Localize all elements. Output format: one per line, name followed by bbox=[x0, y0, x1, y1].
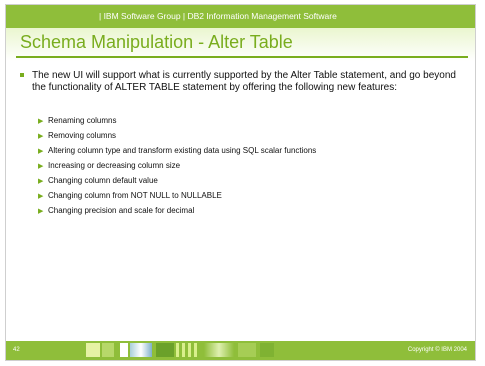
list-item: ▶ Renaming columns bbox=[38, 116, 458, 131]
page-number: 42 bbox=[13, 347, 20, 353]
triangle-bullet-icon: ▶ bbox=[38, 193, 44, 200]
list-item: ▶ Changing precision and scale for decima… bbox=[38, 206, 458, 221]
list-item-label: Removing columns bbox=[48, 131, 117, 140]
list-item-label: Renaming columns bbox=[48, 116, 117, 125]
list-item-label: Increasing or decreasing column size bbox=[48, 161, 181, 170]
slide-title: Schema Manipulation - Alter Table bbox=[20, 32, 293, 52]
triangle-bullet-icon: ▶ bbox=[38, 178, 44, 185]
list-item-label: Changing column from NOT NULL to NULLABL… bbox=[48, 191, 222, 200]
triangle-bullet-icon: ▶ bbox=[38, 133, 44, 140]
list-item-label: Changing column default value bbox=[48, 176, 158, 185]
triangle-bullet-icon: ▶ bbox=[38, 208, 44, 215]
triangle-bullet-icon: ▶ bbox=[38, 148, 44, 155]
intro-bullet: The new UI will support what is currentl… bbox=[20, 70, 460, 94]
list-item: ▶ Increasing or decreasing column size bbox=[38, 161, 458, 176]
header-bar: | IBM Software Group | DB2 Information M… bbox=[6, 5, 475, 28]
intro-text: The new UI will support what is currentl… bbox=[32, 70, 456, 93]
triangle-bullet-icon: ▶ bbox=[38, 118, 44, 125]
list-item-label: Altering column type and transform exist… bbox=[48, 146, 317, 155]
list-item: ▶ Changing column from NOT NULL to NULLAB… bbox=[38, 191, 458, 206]
list-item-label: Changing precision and scale for decimal bbox=[48, 206, 195, 215]
list-item: ▶ Removing columns bbox=[38, 131, 458, 146]
decorative-image-strip bbox=[86, 343, 276, 357]
triangle-bullet-icon: ▶ bbox=[38, 163, 44, 170]
list-item: ▶ Altering column type and transform exis… bbox=[38, 146, 458, 161]
list-item: ▶ Changing column default value bbox=[38, 176, 458, 191]
presentation-slide: | IBM Software Group | DB2 Information M… bbox=[5, 4, 476, 361]
feature-list: ▶ Renaming columns ▶ Removing columns ▶ Alt… bbox=[38, 116, 458, 221]
footer-bar: 42 Copyright © IBM 2004 bbox=[6, 341, 475, 360]
square-bullet-icon bbox=[20, 73, 24, 77]
header-text: | IBM Software Group | DB2 Information M… bbox=[99, 11, 337, 21]
copyright-text: Copyright © IBM 2004 bbox=[407, 347, 467, 353]
title-divider bbox=[16, 56, 468, 58]
